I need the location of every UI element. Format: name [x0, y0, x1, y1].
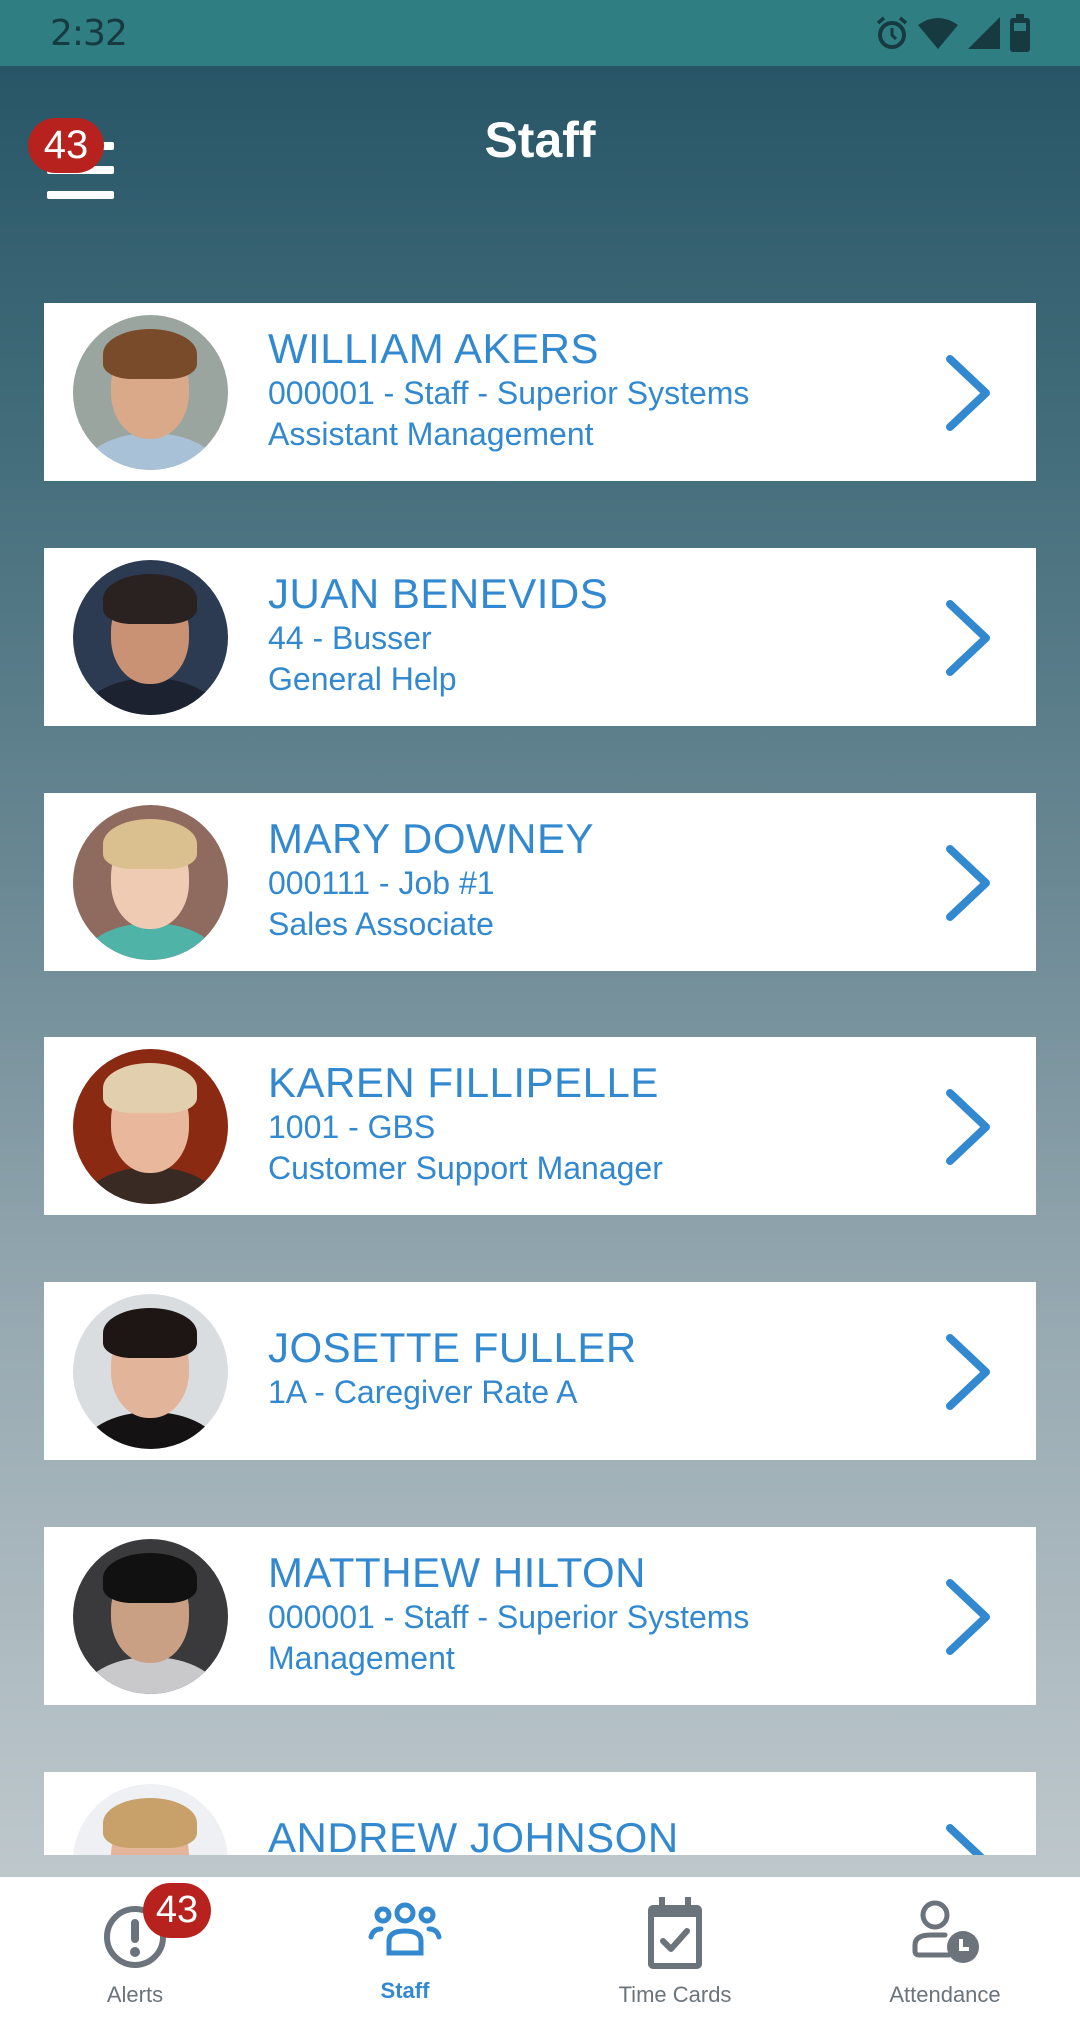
staff-job-code: 000001 - Staff - Superior Systems: [268, 1599, 750, 1635]
hamburger-icon-line: [47, 191, 114, 199]
staff-card-josette-fuller[interactable]: JOSETTE FULLER 1A - Caregiver Rate A: [44, 1282, 1036, 1460]
staff-name: WILLIAM AKERS: [268, 325, 599, 372]
avatar-hair: [103, 574, 197, 624]
alerts-badge: 43: [143, 1883, 211, 1938]
staff-card-mary-downey[interactable]: MARY DOWNEY 000111 - Job #1 Sales Associ…: [44, 793, 1036, 971]
staff-job-code: 000001 - Staff - Superior Systems: [268, 375, 750, 411]
user-clock-icon: [912, 1900, 979, 1963]
staff-card-text: KAREN FILLIPELLE 1001 - GBS Customer Sup…: [268, 1059, 916, 1189]
calendar-check-icon: [648, 1897, 702, 1969]
staff-card-text: JOSETTE FULLER 1A - Caregiver Rate A: [268, 1324, 916, 1413]
chevron-right-icon: [946, 355, 990, 431]
avatar: [73, 1784, 228, 1855]
chevron-right-icon: [946, 1334, 990, 1410]
chevron-right-icon: [946, 845, 990, 921]
staff-job-code: 1001 - GBS: [268, 1109, 436, 1145]
staff-position: Sales Associate: [268, 906, 494, 942]
staff-card-karen-fillipelle[interactable]: KAREN FILLIPELLE 1001 - GBS Customer Sup…: [44, 1037, 1036, 1215]
avatar-hair: [103, 1553, 197, 1603]
staff-job-code: 1A - Caregiver Rate A: [268, 1374, 578, 1410]
nav-label-staff: Staff: [380, 1978, 430, 2003]
staff-name: JUAN BENEVIDS: [268, 570, 609, 617]
status-bar: 2:32: [0, 0, 1080, 66]
staff-card-text: WILLIAM AKERS 000001 - Staff - Superior …: [268, 325, 916, 455]
staff-card-william-akers[interactable]: WILLIAM AKERS 000001 - Staff - Superior …: [44, 303, 1036, 481]
staff-name: KAREN FILLIPELLE: [268, 1059, 659, 1106]
menu-notification-badge: 43: [28, 118, 104, 173]
battery-icon: [1010, 14, 1030, 52]
staff-icon: [368, 1902, 442, 1956]
avatar: [73, 560, 228, 715]
chevron-right-icon: [946, 600, 990, 676]
staff-name: ANDREW JOHNSON: [268, 1814, 679, 1855]
avatar-hair: [103, 819, 197, 869]
staff-card-text: JUAN BENEVIDS 44 - Busser General Help: [268, 570, 916, 700]
avatar: [73, 1049, 228, 1204]
chevron-right-icon: [946, 1824, 985, 1855]
chevron-right-icon: [946, 1579, 990, 1655]
avatar-hair: [103, 1308, 197, 1358]
staff-card-text: MATTHEW HILTON 000001 - Staff - Superior…: [268, 1549, 916, 1679]
nav-label-attendance: Attendance: [889, 1982, 1001, 2007]
staff-card-text: MARY DOWNEY 000111 - Job #1 Sales Associ…: [268, 815, 916, 945]
alarm-icon: [876, 16, 908, 49]
bottom-nav: 43 Alerts Staff Time Cards Attendance: [0, 1877, 1080, 2019]
staff-job-code: 000111 - Job #1: [268, 865, 495, 901]
staff-name: MARY DOWNEY: [268, 815, 594, 862]
avatar: [73, 805, 228, 960]
nav-tab-time-cards[interactable]: Time Cards: [540, 1877, 810, 2019]
avatar-hair: [103, 329, 197, 379]
staff-position: General Help: [268, 661, 457, 697]
page-title: Staff: [484, 112, 596, 168]
nav-tab-attendance[interactable]: Attendance: [810, 1877, 1080, 2019]
staff-card-matthew-hilton[interactable]: MATTHEW HILTON 000001 - Staff - Superior…: [44, 1527, 1036, 1705]
avatar: [73, 1539, 228, 1694]
staff-position: Customer Support Manager: [268, 1150, 663, 1186]
avatar-hair: [103, 1798, 197, 1848]
staff-position: Assistant Management: [268, 416, 594, 452]
nav-label-alerts: Alerts: [106, 1982, 164, 2007]
staff-card-andrew-johnson[interactable]: ANDREW JOHNSON 1001 - GBS: [44, 1772, 1036, 1855]
staff-name: MATTHEW HILTON: [268, 1549, 646, 1596]
status-icons: [874, 14, 1032, 52]
chevron-right-icon: [946, 1089, 990, 1165]
cell-signal-icon: [968, 17, 1000, 49]
avatar-hair: [103, 1063, 197, 1113]
staff-list[interactable]: WILLIAM AKERS 000001 - Staff - Superior …: [0, 221, 1080, 1855]
avatar: [73, 1294, 228, 1449]
menu-button[interactable]: 43: [28, 110, 130, 210]
staff-position: Management: [268, 1640, 455, 1676]
nav-tab-staff[interactable]: Staff: [270, 1877, 540, 2019]
staff-job-code: 44 - Busser: [268, 620, 432, 656]
staff-name: JOSETTE FULLER: [268, 1324, 637, 1371]
wifi-icon: [918, 18, 958, 49]
avatar: [73, 315, 228, 470]
staff-card-juan-benevids[interactable]: JUAN BENEVIDS 44 - Busser General Help: [44, 548, 1036, 726]
staff-card-text: ANDREW JOHNSON 1001 - GBS: [268, 1814, 916, 1855]
status-time: 2:32: [50, 13, 128, 54]
nav-label-time-cards: Time Cards: [618, 1982, 732, 2007]
nav-tab-alerts[interactable]: 43 Alerts: [0, 1877, 270, 2019]
